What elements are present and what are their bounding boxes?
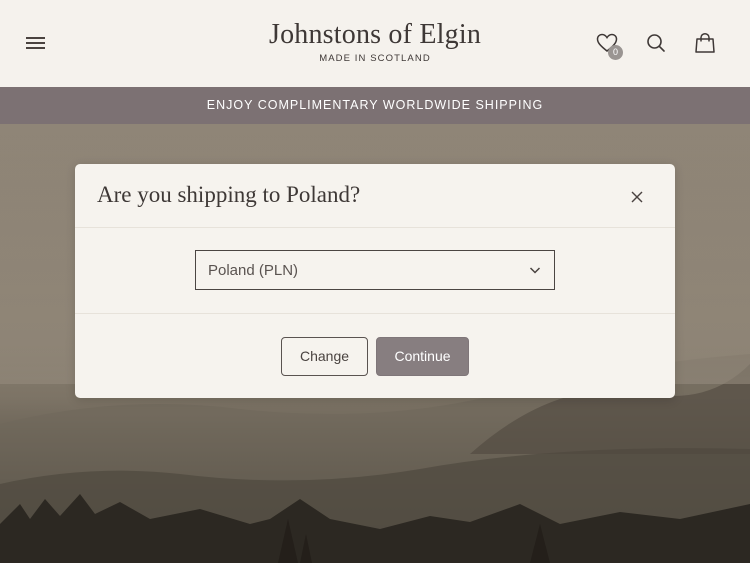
logo-title: Johnstons of Elgin bbox=[268, 19, 482, 50]
chevron-down-icon bbox=[529, 267, 541, 274]
modal-title: Are you shipping to Poland? bbox=[97, 182, 361, 207]
change-button[interactable]: Change bbox=[281, 337, 368, 376]
modal-body: Poland (PLN) bbox=[75, 228, 675, 314]
close-button[interactable] bbox=[628, 188, 646, 206]
site-header: Johnstons of Elgin MADE IN SCOTLAND 0 bbox=[0, 0, 750, 87]
announcement-bar: ENJOY COMPLIMENTARY WORLDWIDE SHIPPING bbox=[0, 87, 750, 124]
modal-header: Are you shipping to Poland? bbox=[75, 164, 675, 228]
wishlist-count-badge: 0 bbox=[608, 45, 623, 60]
wishlist-button[interactable]: 0 bbox=[594, 30, 623, 60]
site-logo[interactable]: Johnstons of Elgin MADE IN SCOTLAND bbox=[0, 18, 750, 64]
bag-icon bbox=[695, 32, 715, 53]
bag-button[interactable] bbox=[692, 30, 718, 56]
country-select[interactable]: Poland (PLN) bbox=[195, 250, 555, 290]
search-button[interactable] bbox=[643, 30, 669, 56]
modal-footer: Change Continue bbox=[75, 314, 675, 398]
country-select-value: Poland (PLN) bbox=[208, 262, 299, 279]
close-icon bbox=[631, 191, 643, 203]
logo-subtitle: MADE IN SCOTLAND bbox=[319, 53, 431, 64]
shipping-country-modal: Are you shipping to Poland? Poland (PLN)… bbox=[75, 164, 675, 398]
search-icon bbox=[647, 34, 665, 52]
continue-button[interactable]: Continue bbox=[376, 337, 469, 376]
